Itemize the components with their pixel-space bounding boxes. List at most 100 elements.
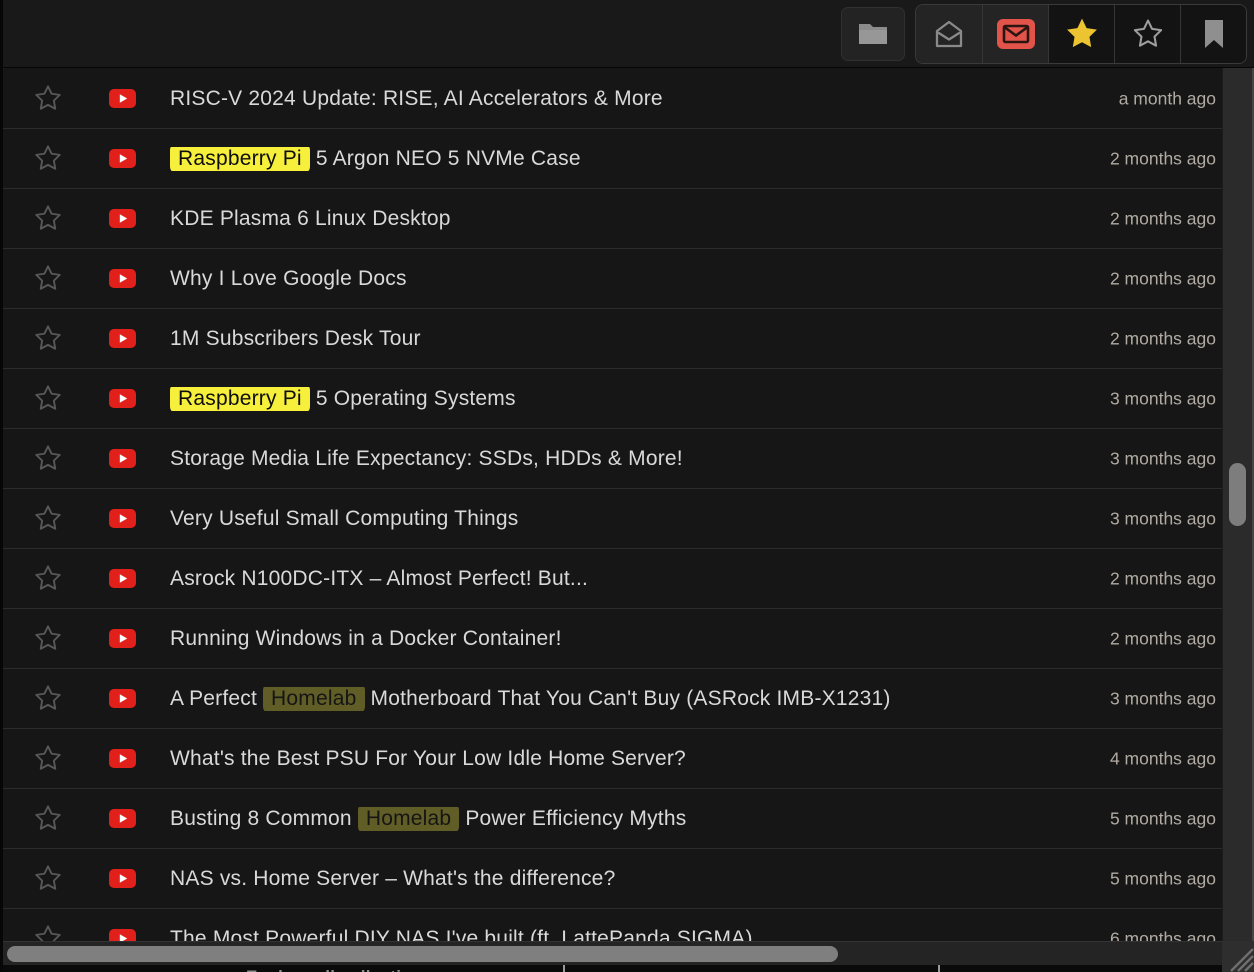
favorite-star-icon[interactable]: [33, 804, 63, 833]
favorite-star-icon[interactable]: [33, 324, 63, 353]
row-title: 1M Subscribers Desk Tour: [170, 327, 571, 351]
inbox-filter-button[interactable]: [916, 5, 982, 63]
row-title: Raspberry Pi 5 Operating Systems: [170, 387, 666, 411]
star-outline-icon: [1131, 18, 1165, 50]
row-title: Storage Media Life Expectancy: SSDs, HDD…: [170, 447, 833, 471]
row-timestamp: 6 months ago: [1110, 928, 1216, 941]
row-title: NAS vs. Home Server – What's the differe…: [170, 867, 765, 891]
horizontal-scrollbar-track[interactable]: [3, 941, 1222, 965]
search-highlight: Raspberry Pi: [170, 147, 310, 171]
list-item[interactable]: Busting 8 Common Homelab Power Efficienc…: [3, 789, 1222, 849]
youtube-favicon: [109, 689, 136, 708]
bookmarked-filter-button[interactable]: [1180, 5, 1246, 63]
list-item[interactable]: Why I Love Google Docs 2 months ago: [3, 249, 1222, 309]
favorite-star-icon[interactable]: [33, 684, 63, 713]
footer-clipped-element: [938, 965, 940, 972]
youtube-favicon: [109, 809, 136, 828]
favorite-star-icon[interactable]: [33, 504, 63, 533]
row-timestamp: 3 months ago: [1110, 388, 1216, 409]
search-highlight: Raspberry Pi: [170, 387, 310, 411]
footer-clipped-element: [563, 965, 565, 972]
favorite-star-icon[interactable]: [33, 624, 63, 653]
row-timestamp: 2 months ago: [1110, 628, 1216, 649]
row-timestamp: 5 months ago: [1110, 808, 1216, 829]
youtube-favicon: [109, 929, 136, 941]
list-item[interactable]: What's the Best PSU For Your Low Idle Ho…: [3, 729, 1222, 789]
list-item[interactable]: Raspberry Pi 5 Argon NEO 5 NVMe Case 2 m…: [3, 129, 1222, 189]
favorite-star-icon[interactable]: [33, 924, 63, 941]
favorite-star-icon[interactable]: [33, 384, 63, 413]
list-item[interactable]: Very Useful Small Computing Things 3 mon…: [3, 489, 1222, 549]
row-timestamp: 3 months ago: [1110, 448, 1216, 469]
row-title: RISC-V 2024 Update: RISE, AI Accelerator…: [170, 87, 813, 111]
vertical-scrollbar-thumb[interactable]: [1229, 463, 1246, 526]
favorite-star-icon[interactable]: [33, 144, 63, 173]
row-timestamp: 2 months ago: [1110, 208, 1216, 229]
list-item[interactable]: The Most Powerful DIY NAS I've built (ft…: [3, 909, 1222, 941]
list-item[interactable]: RISC-V 2024 Update: RISE, AI Accelerator…: [3, 69, 1222, 129]
list-item[interactable]: Running Windows in a Docker Container! 2…: [3, 609, 1222, 669]
youtube-favicon: [109, 329, 136, 348]
youtube-favicon: [109, 89, 136, 108]
row-title: KDE Plasma 6 Linux Desktop: [170, 207, 601, 231]
row-title: Busting 8 Common Homelab Power Efficienc…: [170, 807, 836, 831]
youtube-favicon: [109, 869, 136, 888]
row-timestamp: 2 months ago: [1110, 148, 1216, 169]
youtube-favicon: [109, 209, 136, 228]
horizontal-scrollbar-thumb[interactable]: [7, 946, 838, 962]
unstarred-filter-button[interactable]: [1114, 5, 1180, 63]
clipped-footer: Explore all collections: [3, 965, 1222, 972]
favorite-star-icon[interactable]: [33, 744, 63, 773]
search-highlight: Homelab: [358, 807, 459, 831]
row-title: What's the Best PSU For Your Low Idle Ho…: [170, 747, 836, 771]
resize-grip[interactable]: [1222, 941, 1254, 972]
row-title: Why I Love Google Docs: [170, 267, 557, 291]
list-item[interactable]: KDE Plasma 6 Linux Desktop 2 months ago: [3, 189, 1222, 249]
row-title: Asrock N100DC-ITX – Almost Perfect! But.…: [170, 567, 738, 591]
row-timestamp: a month ago: [1119, 88, 1216, 109]
row-timestamp: 3 months ago: [1110, 508, 1216, 529]
favorite-star-icon[interactable]: [33, 264, 63, 293]
list-item[interactable]: Asrock N100DC-ITX – Almost Perfect! But.…: [3, 549, 1222, 609]
youtube-favicon: [109, 749, 136, 768]
unread-filter-button[interactable]: [982, 5, 1048, 63]
youtube-favicon: [109, 509, 136, 528]
row-timestamp: 4 months ago: [1110, 748, 1216, 769]
row-title: Very Useful Small Computing Things: [170, 507, 668, 531]
list-item[interactable]: Storage Media Life Expectancy: SSDs, HDD…: [3, 429, 1222, 489]
filter-toolbar: [3, 0, 1254, 68]
list-item[interactable]: NAS vs. Home Server – What's the differe…: [3, 849, 1222, 909]
row-timestamp: 5 months ago: [1110, 868, 1216, 889]
youtube-favicon: [109, 269, 136, 288]
folder-filter-button[interactable]: [841, 7, 905, 61]
video-list: RISC-V 2024 Update: RISE, AI Accelerator…: [3, 69, 1222, 941]
row-timestamp: 3 months ago: [1110, 688, 1216, 709]
search-highlight: Homelab: [263, 687, 364, 711]
list-item[interactable]: Raspberry Pi 5 Operating Systems 3 month…: [3, 369, 1222, 429]
row-timestamp: 2 months ago: [1110, 268, 1216, 289]
folder-icon: [857, 21, 889, 47]
favorite-star-icon[interactable]: [33, 864, 63, 893]
read-state-filter-group: [915, 4, 1247, 64]
youtube-favicon: [109, 149, 136, 168]
row-title: Raspberry Pi 5 Argon NEO 5 NVMe Case: [170, 147, 731, 171]
row-timestamp: 2 months ago: [1110, 568, 1216, 589]
star-filled-icon: [1064, 17, 1100, 51]
favorite-star-icon[interactable]: [33, 204, 63, 233]
list-item[interactable]: A Perfect Homelab Motherboard That You C…: [3, 669, 1222, 729]
starred-filter-button[interactable]: [1048, 5, 1114, 63]
reader-window: RISC-V 2024 Update: RISE, AI Accelerator…: [0, 0, 1254, 972]
favorite-star-icon[interactable]: [33, 564, 63, 593]
favorite-star-icon[interactable]: [33, 84, 63, 113]
youtube-favicon: [109, 389, 136, 408]
row-title: Running Windows in a Docker Container!: [170, 627, 712, 651]
list-item[interactable]: 1M Subscribers Desk Tour 2 months ago: [3, 309, 1222, 369]
explore-collections-link[interactable]: Explore all collections: [246, 967, 432, 972]
row-title: The Most Powerful DIY NAS I've built (ft…: [170, 927, 903, 942]
open-envelope-icon: [934, 19, 964, 49]
youtube-favicon: [109, 449, 136, 468]
vertical-scrollbar-track[interactable]: [1222, 68, 1254, 941]
favorite-star-icon[interactable]: [33, 444, 63, 473]
youtube-favicon: [109, 569, 136, 588]
row-timestamp: 2 months ago: [1110, 328, 1216, 349]
